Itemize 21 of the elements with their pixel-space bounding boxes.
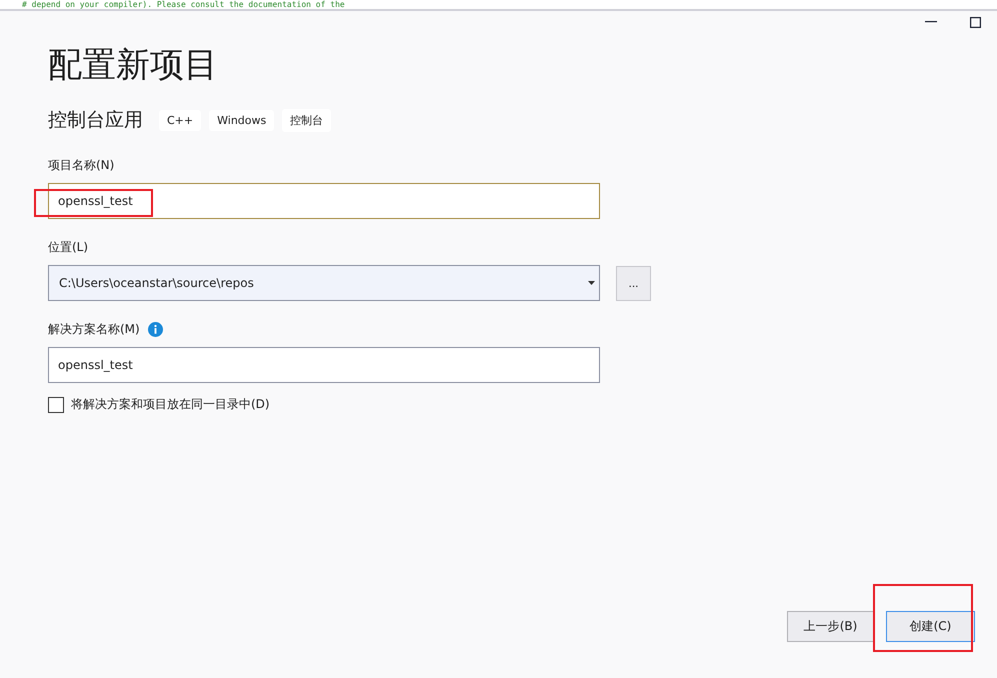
code-line: # depend on your compiler). Please consult the documentation of the xyxy=(21,0,345,9)
checkbox[interactable] xyxy=(48,396,64,412)
template-tag: Windows xyxy=(209,110,274,130)
solution-name-field[interactable]: openssl_test xyxy=(48,347,600,383)
checkbox-label: 将解决方案和项目放在同一目录中(D) xyxy=(71,396,270,413)
field-label: 项目名称(N) xyxy=(48,157,116,174)
back-button[interactable]: 上一步(B) xyxy=(787,611,874,642)
field-label: 位置(L) xyxy=(48,239,90,256)
template-tag: C++ xyxy=(159,110,202,130)
template-tag: 控制台 xyxy=(282,108,332,132)
location-dropdown[interactable]: C:\Users\oceanstar\source\repos xyxy=(48,265,600,301)
info-icon[interactable] xyxy=(148,322,163,337)
project-name-field[interactable]: openssl_test xyxy=(48,183,600,219)
caret-icon xyxy=(588,281,595,285)
maximize-icon xyxy=(970,16,981,28)
minimize-icon xyxy=(924,21,936,23)
browse-button[interactable]: ... xyxy=(616,266,651,300)
template-name: 控制台应用 xyxy=(48,108,143,133)
create-button[interactable]: 创建(C) xyxy=(886,611,975,642)
field-label: 解决方案名称(M) xyxy=(48,321,140,338)
window-title: 配置新项目 xyxy=(48,45,219,85)
